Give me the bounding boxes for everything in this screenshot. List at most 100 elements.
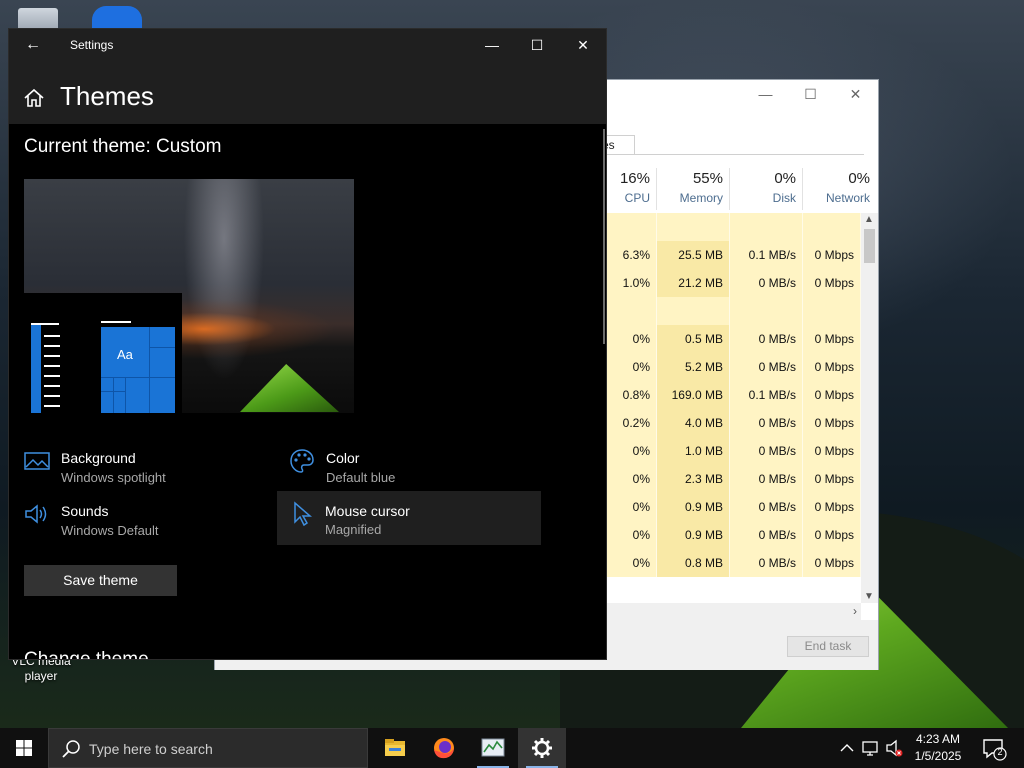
preview-tiles: Aa [101,327,175,413]
table-cell-net: 0 Mbps [803,465,861,493]
table-row[interactable]: 6.3% 25.5 MB 0.1 MB/s 0 Mbps [607,241,861,269]
settings-header: Themes [9,61,606,124]
table-cell-disk: 0 MB/s [730,353,803,381]
table-group-row[interactable] [607,213,861,241]
preview-line [44,385,60,387]
settings-scrollbar[interactable] [603,129,605,344]
table-row[interactable]: 0% 1.0 MB 0 MB/s 0 Mbps [607,437,861,465]
settings-icon [532,738,552,758]
memory-label: Memory [679,191,723,205]
settings-window[interactable]: ← Settings — ☐ ✕ Themes Current theme: C… [8,28,607,660]
table-row[interactable]: 0.8% 169.0 MB 0.1 MB/s 0 Mbps [607,381,861,409]
home-icon[interactable] [23,87,45,109]
table-row[interactable]: 0% 0.9 MB 0 MB/s 0 Mbps [607,493,861,521]
taskbar-clock[interactable]: 4:23 AM 1/5/2025 [906,731,970,765]
table-row[interactable]: 0% 5.2 MB 0 MB/s 0 Mbps [607,353,861,381]
table-cell-disk: 0 MB/s [730,269,803,297]
table-cell-cpu [607,297,657,325]
horizontal-scrollbar[interactable]: › [607,603,861,620]
table-cell-cpu: 1.0% [607,269,657,297]
table-row[interactable]: 0% 0.5 MB 0 MB/s 0 Mbps [607,325,861,353]
vertical-scrollbar[interactable]: ▲ ▼ [861,213,878,603]
table-row[interactable]: 0% 0.8 MB 0 MB/s 0 Mbps [607,549,861,577]
background-setting[interactable]: Background Windows spotlight [24,444,274,496]
column-header-network[interactable]: 0% Network [803,168,876,210]
taskbar-search-box[interactable]: Type here to search [48,728,368,768]
preview-sample-text: Aa [117,347,133,362]
table-row[interactable]: 0% 2.3 MB 0 MB/s 0 Mbps [607,465,861,493]
table-row[interactable]: 0% 0.9 MB 0 MB/s 0 Mbps [607,521,861,549]
table-cell-mem: 25.5 MB [657,241,730,269]
taskbar-file-explorer[interactable] [371,728,419,768]
mouse-cursor-setting[interactable]: Mouse cursor Magnified [277,491,541,545]
notification-count: 2 [997,747,1003,757]
mouse-cursor-label: Mouse cursor [325,503,410,519]
column-header-cpu[interactable]: 16% CPU [607,168,657,210]
table-cell-net: 0 Mbps [803,549,861,577]
table-cell-disk: 0 MB/s [730,437,803,465]
preview-line [44,335,60,337]
table-cell-net [803,213,861,241]
color-setting[interactable]: Color Default blue [289,444,539,496]
clock-date: 1/5/2025 [914,749,962,763]
taskbar-firefox[interactable] [420,728,468,768]
firefox-icon [434,738,454,759]
back-arrow-icon[interactable]: ← [21,34,45,56]
action-center-button[interactable]: 2 [980,728,1010,768]
maximize-button[interactable]: ☐ [788,80,833,110]
table-cell-cpu: 0% [607,493,657,521]
taskbar-settings[interactable] [518,728,566,768]
table-cell-net: 0 Mbps [803,409,861,437]
table-cell-cpu: 0.2% [607,409,657,437]
maximize-button[interactable]: ☐ [514,31,560,59]
table-cell-net: 0 Mbps [803,437,861,465]
show-hidden-icons-chevron-icon[interactable] [838,728,856,768]
table-cell-cpu: 0% [607,437,657,465]
background-label: Background [61,450,136,466]
tile-divider [149,347,175,348]
memory-total: 55% [692,170,723,187]
table-cell-cpu: 0.8% [607,381,657,409]
settings-titlebar: ← Settings — ☐ ✕ [9,29,606,61]
table-cell-net: 0 Mbps [803,353,861,381]
minimize-button[interactable]: — [469,31,515,59]
scroll-right-icon[interactable]: › [853,604,857,618]
windows-start-icon[interactable] [0,728,48,768]
table-cell-mem: 169.0 MB [657,381,730,409]
preview-line [44,345,60,347]
table-row[interactable]: 0.2% 4.0 MB 0 MB/s 0 Mbps [607,409,861,437]
mouse-cursor-value: Magnified [325,522,382,537]
column-header-disk[interactable]: 0% Disk [730,168,803,210]
page-title: Themes [60,81,154,111]
window-title: Settings [70,38,114,52]
minimize-button[interactable]: — [743,80,788,110]
table-cell-mem [657,297,730,325]
network-label: Network [825,191,870,205]
table-row[interactable]: 1.0% 21.2 MB 0 MB/s 0 Mbps [607,269,861,297]
scroll-down-icon[interactable]: ▼ [864,591,874,602]
table-cell-disk [730,213,803,241]
scroll-up-icon[interactable]: ▲ [864,214,874,225]
close-button[interactable]: ✕ [833,80,878,110]
close-button[interactable]: ✕ [560,31,606,59]
color-value: Default blue [326,470,396,485]
sounds-setting[interactable]: Sounds Windows Default [24,497,274,549]
table-cell-disk: 0 MB/s [730,493,803,521]
table-cell-mem [657,213,730,241]
tile-divider [125,377,126,413]
table-cell-net [803,297,861,325]
scrollbar-thumb[interactable] [864,229,875,263]
current-theme-heading: Current theme: Custom [24,136,222,157]
cpu-label: CPU [624,191,650,205]
table-cell-mem: 0.5 MB [657,325,730,353]
taskbar-task-manager[interactable] [469,728,517,768]
end-task-button[interactable]: End task [787,636,869,657]
table-group-row[interactable] [607,297,861,325]
table-cell-disk: 0 MB/s [730,409,803,437]
table-cell-cpu: 0% [607,353,657,381]
volume-muted-icon[interactable] [884,728,906,768]
table-cell-mem: 5.2 MB [657,353,730,381]
network-icon[interactable] [860,728,882,768]
save-theme-button[interactable]: Save theme [24,565,177,596]
column-header-memory[interactable]: 55% Memory [657,168,730,210]
